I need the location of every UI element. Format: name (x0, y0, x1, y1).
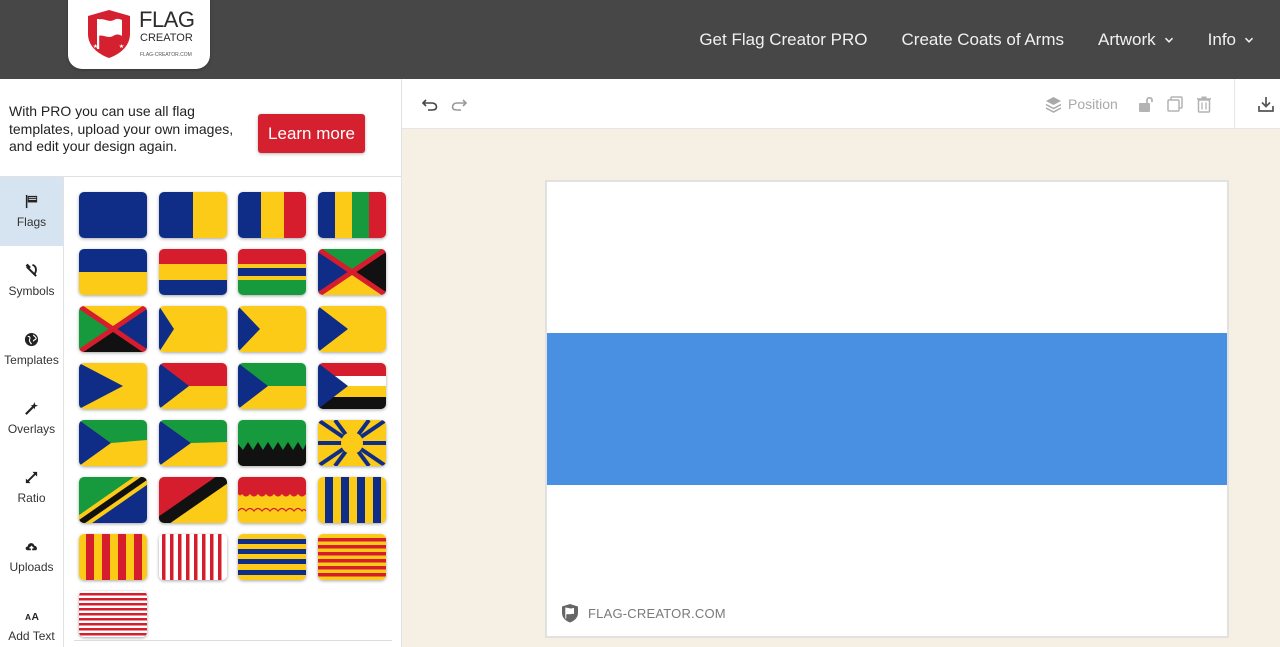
logo-domain-text: FLAG-CREATOR.COM (140, 52, 192, 58)
flag-stripe-top[interactable] (547, 182, 1227, 333)
nav-artwork[interactable]: Artwork (1098, 30, 1174, 50)
flag-template-triangle-diagonal-alt[interactable] (159, 420, 227, 466)
nav-get-pro-label: Get Flag Creator PRO (699, 29, 868, 49)
tool-ratio[interactable]: Ratio (0, 453, 63, 522)
tool-overlays-label: Overlays (7, 422, 56, 436)
flag-template-pales-red-yellow[interactable] (79, 534, 147, 580)
tool-flags[interactable]: Flags (0, 177, 63, 246)
flag-template-pales-four[interactable] (318, 477, 386, 523)
flag-icon (25, 194, 38, 209)
flag-template-triangle-bicolor[interactable] (159, 363, 227, 409)
flag-template-vertical-quad[interactable] (318, 192, 386, 238)
logo-flag-text: FLAG (139, 7, 195, 32)
tool-overlays[interactable]: Overlays (0, 384, 63, 453)
flag-template-vertical-tricolor[interactable] (238, 192, 306, 238)
magic-wand-icon (25, 401, 39, 415)
tool-add-text[interactable]: AA Add Text (0, 591, 63, 647)
top-header: FLAG CREATOR FLAG-CREATOR.COM Get Flag C… (0, 0, 1280, 79)
position-label: Position (1068, 96, 1118, 112)
main-nav: Get Flag Creator PRO Create Coats of Arm… (699, 0, 1254, 79)
chevron-down-icon (1244, 37, 1254, 43)
cloud-upload-icon (25, 543, 37, 552)
tool-symbols-label: Symbols (8, 284, 55, 298)
nav-info-label: Info (1207, 29, 1236, 49)
tool-uploads-label: Uploads (9, 560, 54, 574)
watermark-text: FLAG-CREATOR.COM (588, 605, 726, 621)
tool-symbols[interactable]: Symbols (0, 246, 63, 315)
logo-creator-text: CREATOR (140, 32, 193, 44)
flag-template-solid-blue[interactable] (79, 192, 147, 238)
tool-uploads[interactable]: Uploads (0, 522, 63, 591)
flag-template-pales-many[interactable] (159, 534, 227, 580)
text-size-icon: AA (25, 612, 40, 623)
hammer-sickle-icon (25, 263, 37, 277)
flag-template-chevron-small[interactable] (159, 306, 227, 352)
flag-canvas[interactable]: FLAG-CREATOR.COM (545, 180, 1229, 638)
duplicate-icon[interactable] (1166, 95, 1184, 113)
redo-icon[interactable] (450, 95, 468, 113)
tool-add-text-label: Add Text (8, 629, 55, 643)
download-icon[interactable] (1257, 95, 1275, 113)
design-canvas-area: FLAG-CREATOR.COM (402, 129, 1280, 647)
flag-template-grid (64, 177, 402, 647)
tool-flags-label: Flags (16, 215, 47, 229)
editor-toolbar: Position (402, 79, 1280, 129)
layers-icon (1045, 96, 1062, 113)
tool-ratio-label: Ratio (17, 491, 46, 505)
logo[interactable]: FLAG CREATOR FLAG-CREATOR.COM (68, 0, 210, 69)
nav-artwork-label: Artwork (1098, 29, 1156, 49)
position-button[interactable]: Position (1045, 93, 1118, 115)
shield-flag-logo-icon (88, 10, 130, 58)
flag-template-stripes-thirteen[interactable] (79, 591, 147, 637)
nav-coats-of-arms[interactable]: Create Coats of Arms (902, 30, 1065, 50)
tool-templates-label: Templates (4, 353, 59, 367)
flag-template-saltire-inverse[interactable] (79, 306, 147, 352)
flag-template-sunburst[interactable] (318, 420, 386, 466)
svg-text:A: A (32, 612, 40, 623)
flag-template-horizontal-tricolor[interactable] (159, 249, 227, 295)
learn-more-button[interactable]: Learn more (258, 114, 365, 153)
flag-template-horizontal-tricolor-band[interactable] (238, 249, 306, 295)
flag-template-horizontal-bicolor[interactable] (79, 249, 147, 295)
chevron-down-icon (1164, 37, 1173, 43)
pro-banner: With PRO you can use all flag templates,… (0, 79, 402, 177)
flag-template-diagonal-band-black[interactable] (159, 477, 227, 523)
svg-text:A: A (25, 612, 31, 622)
grid-divider (74, 640, 392, 641)
flag-template-triangle-diagonal[interactable] (79, 420, 147, 466)
flag-template-vertical-bicolor[interactable] (159, 192, 227, 238)
flag-template-triangle-tricolor[interactable] (238, 363, 306, 409)
flag-template-wavy-top[interactable] (238, 477, 306, 523)
pro-banner-text: With PRO you can use all flag templates,… (9, 103, 234, 154)
globe-icon (24, 332, 39, 347)
flag-template-bars-five[interactable] (238, 534, 306, 580)
tool-sidebar: Flags Symbols Templates Overlays Ratio U… (0, 177, 64, 647)
undo-icon[interactable] (421, 95, 439, 113)
tool-templates[interactable]: Templates (0, 315, 63, 384)
flag-template-triangle-quad[interactable] (318, 363, 386, 409)
nav-coats-of-arms-label: Create Coats of Arms (901, 29, 1065, 49)
shield-logo-icon (562, 604, 578, 623)
flag-template-chevron-large[interactable] (318, 306, 386, 352)
nav-get-pro[interactable]: Get Flag Creator PRO (699, 30, 867, 50)
flag-template-diagonal-band[interactable] (79, 477, 147, 523)
flag-template-serrated[interactable] (238, 420, 306, 466)
flag-template-triangle-hoist[interactable] (79, 363, 147, 409)
trash-icon[interactable] (1195, 95, 1213, 113)
flag-template-bars-nine[interactable] (318, 534, 386, 580)
unlock-icon[interactable] (1137, 95, 1155, 113)
flag-template-saltire-triangles[interactable] (318, 249, 386, 295)
flag-stripe-middle[interactable] (547, 333, 1227, 485)
watermark: FLAG-CREATOR.COM (560, 603, 726, 623)
toolbar-separator (1234, 79, 1235, 129)
nav-info[interactable]: Info (1208, 30, 1254, 50)
resize-arrows-icon (25, 471, 38, 484)
flag-template-chevron-medium[interactable] (238, 306, 306, 352)
